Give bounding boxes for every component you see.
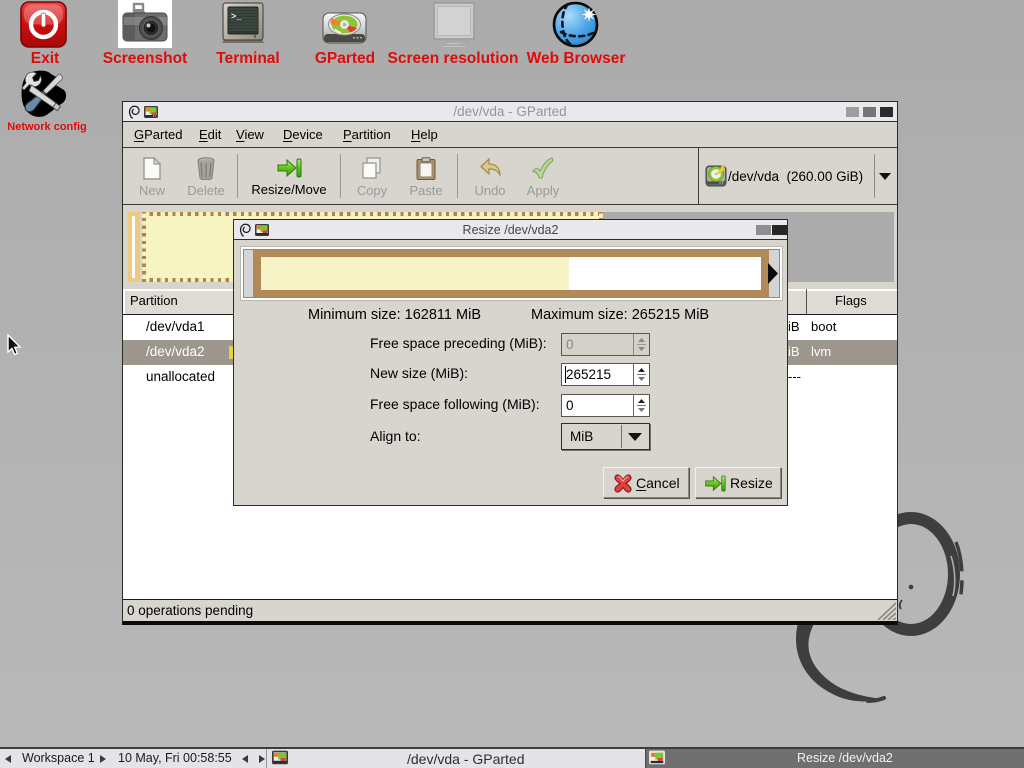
svg-text:>_: >_ [231,12,242,22]
